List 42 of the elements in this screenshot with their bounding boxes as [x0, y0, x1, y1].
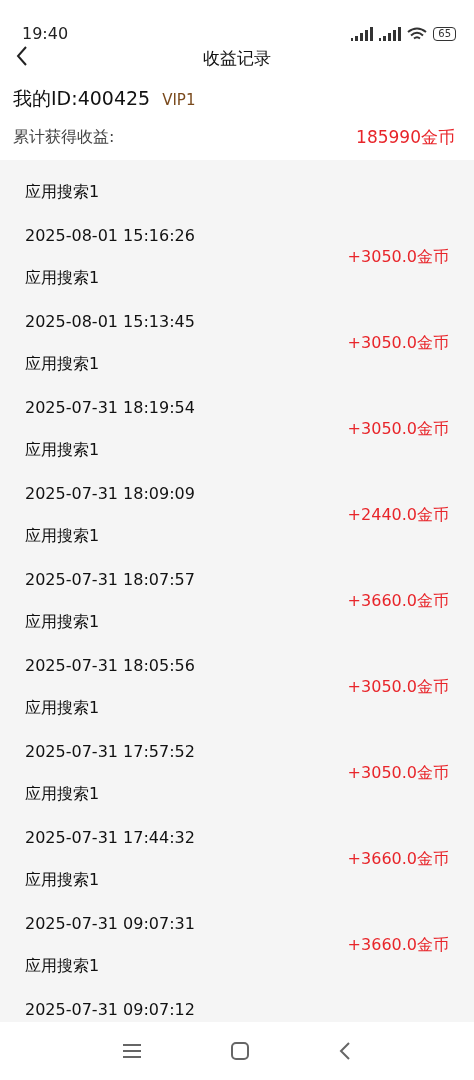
record-source: 应用搜索1 — [25, 697, 101, 719]
record-date: 2025-07-31 17:44:32 — [25, 827, 196, 849]
record-amount: +3660.0金币 — [347, 933, 449, 956]
record-amount: +3050.0金币 — [347, 417, 449, 440]
record-amount: +3050.0金币 — [347, 675, 449, 698]
record-source: 应用搜索1 — [25, 181, 101, 203]
record-amount: +3660.0金币 — [347, 589, 449, 612]
menu-icon[interactable] — [123, 1043, 141, 1059]
status-time: 19:40 — [22, 24, 69, 44]
record-source: 应用搜索1 — [25, 955, 101, 977]
record-amount: +3050.0金币 — [347, 331, 449, 354]
record-source: 应用搜索1 — [25, 869, 101, 891]
record-date: 2025-07-31 09:07:12 — [25, 999, 196, 1021]
record-source: 应用搜索1 — [25, 611, 101, 633]
record-source: 应用搜索1 — [25, 439, 101, 461]
record-date: 2025-08-01 15:16:26 — [25, 225, 196, 247]
record-amount: +3660.0金币 — [347, 847, 449, 870]
record-amount: +3050.0金币 — [347, 761, 449, 784]
total-earnings-label: 累计获得收益: — [13, 126, 115, 148]
record-date: 2025-08-01 15:13:45 — [25, 311, 196, 333]
record-date: 2025-07-31 09:07:31 — [25, 913, 196, 935]
battery-level: 65 — [433, 27, 456, 41]
record-date: 2025-07-31 18:07:57 — [25, 569, 196, 591]
home-icon[interactable] — [231, 1042, 249, 1060]
record-amount: +3050.0金币 — [347, 245, 449, 268]
wifi-icon — [407, 26, 428, 42]
record-date: 2025-07-31 18:05:56 — [25, 655, 196, 677]
back-icon[interactable] — [16, 46, 28, 66]
record-source: 应用搜索1 — [25, 267, 101, 289]
page-title: 收益记录 — [203, 46, 271, 70]
user-id: 我的ID:400425 — [13, 86, 151, 111]
total-earnings-value: 185990金币 — [356, 125, 455, 149]
record-source: 应用搜索1 — [25, 783, 101, 805]
vip-level: VIP1 — [162, 91, 196, 109]
record-source: 应用搜索1 — [25, 525, 101, 547]
record-date: 2025-07-31 18:09:09 — [25, 483, 196, 505]
signal-icon — [379, 27, 402, 41]
record-source: 应用搜索1 — [25, 353, 101, 375]
record-amount: +2440.0金币 — [347, 503, 449, 526]
record-date: 2025-07-31 17:57:52 — [25, 741, 196, 763]
signal-icon — [351, 27, 374, 41]
record-date: 2025-07-31 18:19:54 — [25, 397, 196, 419]
